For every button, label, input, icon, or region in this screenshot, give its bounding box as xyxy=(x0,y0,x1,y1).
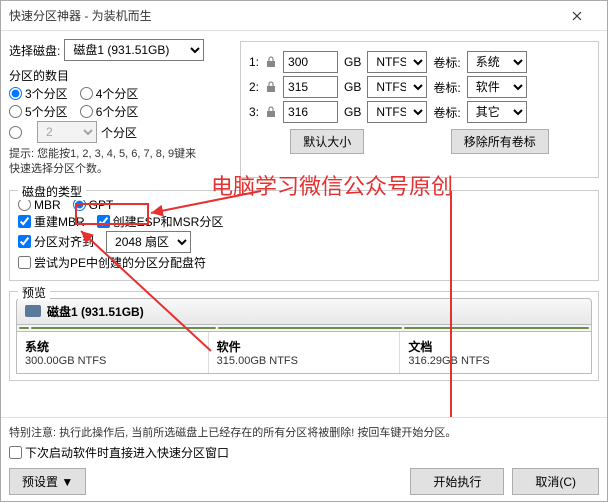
disk-type-legend: 磁盘的类型 xyxy=(18,183,86,200)
checkbox-next-direct[interactable]: 下次启动软件时直接进入快速分区窗口 xyxy=(9,444,229,461)
volume-label-text: 卷标: xyxy=(433,54,460,71)
partition-table-panel: 1:GBNTFS卷标:系统2:GBNTFS卷标:软件3:GBNTFS卷标:其它 … xyxy=(240,41,599,178)
partition-count-row2: 5个分区 6个分区 xyxy=(9,103,234,120)
checkbox-align[interactable]: 分区对齐到 xyxy=(18,233,94,250)
size-input[interactable] xyxy=(283,51,338,73)
disk-select-row: 选择磁盘: 磁盘1 (931.51GB) xyxy=(9,39,234,61)
partition-info-1: 系统 300.00GB NTFS xyxy=(17,332,209,373)
action-buttons: 开始执行 取消(C) xyxy=(410,468,599,495)
radio-gpt[interactable]: GPT xyxy=(73,198,114,212)
left-panel: 选择磁盘: 磁盘1 (931.51GB) 分区的数目 3个分区 4个分区 5个分… xyxy=(9,35,234,178)
disk-type-fieldset: 磁盘的类型 MBR GPT 重建MBR 创建ESP和MSR分区 分区对齐到 20… xyxy=(9,190,599,281)
partition-size: 316.29GB NTFS xyxy=(408,355,583,367)
align-row: 分区对齐到 2048 扇区 xyxy=(18,231,590,253)
start-button[interactable]: 开始执行 xyxy=(410,468,504,495)
checkbox-rebuild-mbr[interactable]: 重建MBR xyxy=(18,213,85,230)
radio-mbr[interactable]: MBR xyxy=(18,198,61,212)
window-root: 快速分区神器 - 为装机而生 选择磁盘: 磁盘1 (931.51GB) 分区的数… xyxy=(0,0,608,502)
partition-index: 3: xyxy=(249,105,259,119)
radio-3-partitions[interactable]: 3个分区 xyxy=(9,85,68,102)
size-input[interactable] xyxy=(283,76,338,98)
mbr-esp-row: 重建MBR 创建ESP和MSR分区 xyxy=(18,213,590,230)
lock-icon xyxy=(265,81,277,93)
filesystem-select[interactable]: NTFS xyxy=(367,51,427,73)
preview-fieldset: 预览 磁盘1 (931.51GB) 系统 300.00GB NTFS 软件 31… xyxy=(9,291,599,381)
radio-6-partitions[interactable]: 6个分区 xyxy=(80,103,139,120)
radio-5-partitions[interactable]: 5个分区 xyxy=(9,103,68,120)
filesystem-select[interactable]: NTFS xyxy=(367,76,427,98)
volume-select[interactable]: 软件 xyxy=(467,76,527,98)
size-input[interactable] xyxy=(283,101,338,123)
partition-buttons-row: 默认大小 移除所有卷标 xyxy=(249,129,590,154)
partition-count-row1: 3个分区 4个分区 xyxy=(9,85,234,102)
partition-info-3: 文档 316.29GB NTFS xyxy=(400,332,591,373)
partition-index: 2: xyxy=(249,80,259,94)
window-title: 快速分区神器 - 为装机而生 xyxy=(9,7,554,24)
partition-info-2: 软件 315.00GB NTFS xyxy=(209,332,401,373)
partition-block-1 xyxy=(31,327,216,329)
partition-row: 3: GB NTFS 卷标: 其它 xyxy=(249,101,590,123)
custom-count-select[interactable]: 2 xyxy=(37,121,97,143)
volume-label-text: 卷标: xyxy=(433,79,460,96)
select-disk-label: 选择磁盘: xyxy=(9,42,60,59)
partitions-bar xyxy=(16,325,592,332)
partition-name: 软件 xyxy=(217,338,392,355)
radio-4-partitions[interactable]: 4个分区 xyxy=(80,85,139,102)
volume-select[interactable]: 系统 xyxy=(467,51,527,73)
content-area: 选择磁盘: 磁盘1 (931.51GB) 分区的数目 3个分区 4个分区 5个分… xyxy=(1,31,607,417)
button-row: 预设置 ▼ 开始执行 取消(C) xyxy=(9,468,599,495)
checkbox-create-esp-msr[interactable]: 创建ESP和MSR分区 xyxy=(97,213,224,230)
partition-count-custom-row: 2 个分区 xyxy=(9,121,234,143)
lock-icon xyxy=(265,56,277,68)
esp-block xyxy=(19,327,29,329)
partition-size: 315.00GB NTFS xyxy=(217,355,392,367)
top-row: 选择磁盘: 磁盘1 (931.51GB) 分区的数目 3个分区 4个分区 5个分… xyxy=(9,35,599,178)
checkbox-pe-assign[interactable]: 尝试为PE中创建的分区分配盘符 xyxy=(18,254,206,271)
align-select[interactable]: 2048 扇区 xyxy=(106,231,191,253)
partition-row: 2: GB NTFS 卷标: 软件 xyxy=(249,76,590,98)
titlebar: 快速分区神器 - 为装机而生 xyxy=(1,1,607,31)
partition-info-row: 系统 300.00GB NTFS 软件 315.00GB NTFS 文档 316… xyxy=(16,332,592,374)
partition-block-2 xyxy=(218,327,403,329)
hint-text: 提示: 您能按1, 2, 3, 4, 5, 6, 7, 8, 9键来 快速选择分… xyxy=(9,147,234,178)
cancel-button[interactable]: 取消(C) xyxy=(512,468,599,495)
partition-row: 1: GB NTFS 卷标: 系统 xyxy=(249,51,590,73)
disk-select[interactable]: 磁盘1 (931.51GB) xyxy=(64,39,204,61)
volume-label-text: 卷标: xyxy=(433,104,460,121)
partition-index: 1: xyxy=(249,55,259,69)
preview-legend: 预览 xyxy=(18,284,50,301)
unit-label: GB xyxy=(344,55,361,69)
preview-disk-header: 磁盘1 (931.51GB) xyxy=(16,298,592,325)
preview-disk-name: 磁盘1 (931.51GB) xyxy=(47,303,144,320)
close-icon xyxy=(572,11,582,21)
preset-button[interactable]: 预设置 ▼ xyxy=(9,468,86,495)
close-button[interactable] xyxy=(554,2,599,30)
custom-suffix: 个分区 xyxy=(101,124,137,141)
unit-label: GB xyxy=(344,105,361,119)
disk-type-row: MBR GPT xyxy=(18,198,590,212)
partition-name: 系统 xyxy=(25,338,200,355)
disk-icon xyxy=(25,305,41,317)
default-size-button[interactable]: 默认大小 xyxy=(290,129,364,154)
remove-all-volumes-button[interactable]: 移除所有卷标 xyxy=(451,129,549,154)
pe-row: 尝试为PE中创建的分区分配盘符 xyxy=(18,254,590,271)
volume-select[interactable]: 其它 xyxy=(467,101,527,123)
dropdown-arrow-icon: ▼ xyxy=(61,475,73,489)
radio-custom-partitions[interactable] xyxy=(9,126,25,139)
warning-text: 特别注意: 执行此操作后, 当前所选磁盘上已经存在的所有分区将被删除! 按回车键… xyxy=(9,424,599,440)
bottom-bar: 特别注意: 执行此操作后, 当前所选磁盘上已经存在的所有分区将被删除! 按回车键… xyxy=(1,417,607,501)
partition-count-label: 分区的数目 xyxy=(9,67,234,84)
partition-name: 文档 xyxy=(408,338,583,355)
filesystem-select[interactable]: NTFS xyxy=(367,101,427,123)
partition-block-3 xyxy=(404,327,589,329)
lock-icon xyxy=(265,106,277,118)
partition-size: 300.00GB NTFS xyxy=(25,355,200,367)
unit-label: GB xyxy=(344,80,361,94)
